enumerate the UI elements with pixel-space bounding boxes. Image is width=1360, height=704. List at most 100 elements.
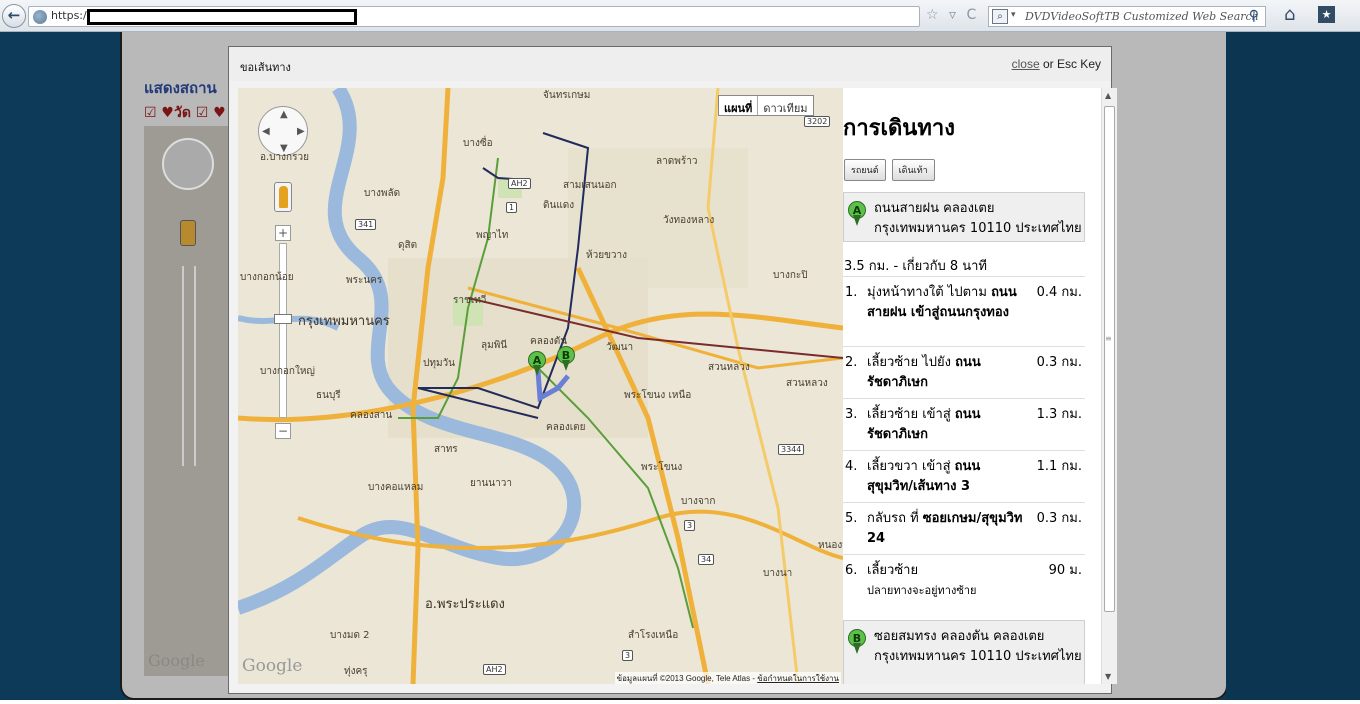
pegman-icon[interactable]	[274, 182, 292, 212]
pan-left-icon[interactable]: ◀	[262, 126, 270, 137]
step-note: ปลายทางจะอยู่ทางซ้าย	[867, 584, 977, 597]
directions-title: การเดินทาง	[843, 116, 955, 141]
pan-up-icon[interactable]: ▲	[280, 109, 288, 120]
scroll-down-icon[interactable]: ▼	[1105, 672, 1111, 681]
route-map[interactable]: แผนที่ ดาวเทียม ▲ ▼ ◀ ▶ + − A B บางซื่อ …	[238, 88, 843, 684]
step-distance: 0.3 กม.	[1036, 355, 1082, 370]
map-label: หนองบ	[818, 540, 843, 551]
map-label: พระโขนง เหนือ	[624, 390, 692, 401]
map-label: บางพลัด	[364, 188, 401, 199]
map-label: พระโขนง	[641, 462, 683, 473]
road-badge: 3344	[778, 444, 805, 455]
road-badge: 3202	[804, 116, 831, 127]
road-badge: 1	[506, 202, 518, 213]
zoom-slider-thumb[interactable]	[274, 314, 292, 324]
zoom-out-button[interactable]: −	[275, 423, 291, 439]
car-mode-button[interactable]: รถยนต์	[844, 159, 886, 181]
url-text: https:/	[51, 9, 87, 22]
direction-steps: 1. มุ่งหน้าทางใต้ ไปตาม ถนนสายฝน เข้าสู่…	[843, 276, 1085, 610]
dropdown-caret-icon[interactable]: ▾	[1011, 10, 1016, 20]
zoom-in-button[interactable]: +	[275, 225, 291, 241]
map-label: ยานนาวา	[470, 478, 512, 489]
map-label: ธนบุรี	[316, 390, 341, 401]
copyright-text: ข้อมูลแผนที่ ©2013 Google, Tele Atlas -	[616, 674, 755, 683]
step-text: เลี้ยวซ้าย เข้าสู่	[867, 407, 951, 422]
step-text: มุ่งหน้าทางใต้ ไปตาม	[867, 285, 987, 300]
map-graphics	[238, 88, 843, 684]
marker-a[interactable]: A	[528, 351, 546, 377]
direction-step[interactable]: 4. เลี้ยวขวา เข้าสู่ ถนนสุขุมวิท/เส้นทาง…	[843, 450, 1085, 502]
map-label: ห้วยขวาง	[586, 250, 628, 261]
map-label: บางกะปิ	[773, 270, 808, 281]
step-text: เลี้ยวขวา เข้าสู่	[867, 459, 951, 474]
google-logo: Google	[148, 651, 205, 670]
step-text: เลี้ยวซ้าย	[867, 563, 919, 578]
map-label: บางกอกใหญ่	[260, 366, 315, 377]
direction-step[interactable]: 5. กลับรถ ที่ ซอยเกษม/สุขุมวิท 24 0.3 กม…	[843, 502, 1085, 554]
step-number: 5.	[845, 511, 858, 526]
url-actions[interactable]: ☆ ▿ C	[926, 7, 979, 23]
map-label: ดินแดง	[543, 200, 575, 211]
direction-step[interactable]: 2. เลี้ยวซ้าย ไปยัง ถนนรัชดาภิเษก 0.3 กม…	[843, 346, 1085, 398]
globe-icon	[33, 10, 47, 24]
map-label: ราชเทวี	[453, 295, 487, 306]
scroll-up-icon[interactable]: ▲	[1105, 91, 1111, 100]
direction-step[interactable]: 6. เลี้ยวซ้าย ปลายทางจะอยู่ทางซ้าย 90 ม.	[843, 554, 1085, 610]
map-label: สาทร	[434, 444, 458, 455]
map-label: บางซื่อ	[463, 138, 493, 149]
direction-step[interactable]: 3. เลี้ยวซ้าย เข้าสู่ ถนนรัชดาภิเษก 1.3 …	[843, 398, 1085, 450]
map-label: จันทรเกษม	[543, 90, 591, 101]
map-label: ลุมพินี	[481, 340, 508, 351]
road-badge: 3	[622, 650, 634, 661]
pan-right-icon[interactable]: ▶	[297, 126, 305, 137]
pegman-icon	[180, 220, 196, 246]
search-icon[interactable]: ⚲	[1249, 8, 1259, 24]
map-label: วังทองหลาง	[663, 215, 715, 226]
origin-text: ถนนสายฝน คลองเตย กรุงเทพมหานคร 10110 ประ…	[874, 201, 1082, 236]
search-bar[interactable]: ⌕ ▾ DVDVideoSoftTB Customized Web Search…	[988, 6, 1266, 27]
map-label: ดุสิต	[398, 240, 418, 251]
map-type-map[interactable]: แผนที่	[719, 96, 759, 115]
map-label: คลองสาน	[350, 410, 393, 421]
map-label: สวนหลวง	[708, 362, 750, 373]
map-label: บางกอกน้อย	[240, 272, 294, 283]
terms-link[interactable]: ข้อกำหนดในการใช้งาน	[757, 674, 839, 683]
road-badge: 341	[355, 219, 377, 230]
route-summary: 3.5 กม. - เกี่ยวกับ 8 นาที	[844, 259, 987, 274]
scroll-thumb[interactable]	[1104, 106, 1115, 612]
map-type-satellite[interactable]: ดาวเทียม	[758, 96, 812, 115]
pan-control[interactable]: ▲ ▼ ◀ ▶	[258, 106, 308, 156]
step-distance: 1.3 กม.	[1036, 407, 1082, 422]
road-badge: AH2	[483, 664, 506, 675]
background-title: แสดงสถาน	[144, 79, 217, 97]
background-map: Google	[144, 126, 234, 676]
map-label: บางนา	[763, 568, 793, 579]
bookmark-icon[interactable]: ★	[1318, 6, 1335, 23]
map-label: สามเสนนอก	[563, 180, 617, 191]
scroll-grip-icon: ≡	[1105, 334, 1112, 343]
panel-scrollbar[interactable]: ▲ ≡ ▼	[1101, 88, 1117, 684]
home-icon[interactable]: ⌂	[1284, 4, 1295, 25]
step-number: 3.	[845, 407, 858, 422]
step-number: 4.	[845, 459, 858, 474]
step-distance: 0.4 กม.	[1036, 285, 1082, 300]
address-bar[interactable]: https:/	[28, 6, 920, 27]
search-engine-icon[interactable]: ⌕	[992, 9, 1008, 24]
walk-mode-button[interactable]: เดินเท้า	[891, 159, 935, 181]
close-area: close or Esc Key	[1012, 57, 1101, 71]
back-arrow-icon[interactable]: ←	[2, 4, 26, 28]
step-number: 6.	[845, 563, 858, 578]
pan-control-icon	[162, 138, 214, 190]
map-label: บางมด 2	[330, 630, 370, 641]
step-distance: 0.3 กม.	[1036, 511, 1082, 526]
map-label: ทุ่งครุ	[344, 666, 368, 677]
search-placeholder: DVDVideoSoftTB Customized Web Search	[1025, 10, 1259, 23]
map-label: บางคอแหลม	[368, 482, 424, 493]
close-link[interactable]: close	[1012, 57, 1040, 71]
map-label: วัฒนา	[606, 342, 634, 353]
directions-panel: การเดินทาง รถยนต์ เดินเท้า A ถนนสายฝน คล…	[843, 88, 1101, 684]
map-label: กรุงเทพมหานคร	[298, 314, 390, 329]
destination-address: B ซอยสมทรง คลองตัน คลองเตย กรุงเทพมหานคร…	[843, 620, 1085, 684]
direction-step[interactable]: 1. มุ่งหน้าทางใต้ ไปตาม ถนนสายฝน เข้าสู่…	[843, 276, 1085, 346]
marker-b[interactable]: B	[557, 346, 575, 372]
